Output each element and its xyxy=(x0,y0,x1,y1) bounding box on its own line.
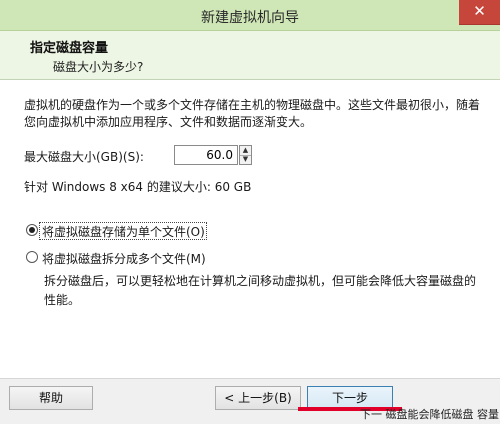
size-spinner[interactable]: ▲ ▼ xyxy=(239,145,252,165)
window-title: 新建虚拟机向导 xyxy=(201,10,299,26)
radio-button-checked[interactable] xyxy=(26,224,38,236)
back-button[interactable]: < 上一步(B) xyxy=(215,386,301,410)
description-text: 虚拟机的硬盘作为一个或多个文件存储在主机的物理磁盘中。这些文件最初很小，随着您向… xyxy=(24,98,481,129)
split-hint-text: 拆分磁盘后，可以更轻松地在计算机之间移动虚拟机，但可能会降低大容量磁盘的性能。 xyxy=(44,274,477,307)
close-button[interactable]: ✕ xyxy=(459,0,500,25)
wizard-header: 指定磁盘容量 磁盘大小为多少? xyxy=(0,31,500,80)
max-size-label: 最大磁盘大小(GB)(S): xyxy=(24,150,144,164)
close-icon: ✕ xyxy=(473,2,486,20)
help-button[interactable]: 帮助 xyxy=(9,386,93,410)
annotation-text: 下一 磁盘能会降低磁盘 容量 xyxy=(360,408,499,421)
page-subtitle: 磁盘大小为多少? xyxy=(53,60,144,74)
radio-button[interactable] xyxy=(26,251,38,263)
title-bar: 新建虚拟机向导 ✕ xyxy=(0,0,500,31)
radio-split-files-label: 将虚拟磁盘拆分成多个文件(M) xyxy=(42,252,206,266)
spin-down-icon[interactable]: ▼ xyxy=(240,155,251,164)
recommended-size-text: 针对 Windows 8 x64 的建议大小: 60 GB xyxy=(24,180,252,194)
focus-indicator xyxy=(39,222,207,240)
page-title: 指定磁盘容量 xyxy=(30,41,109,56)
max-size-input[interactable] xyxy=(174,145,238,165)
